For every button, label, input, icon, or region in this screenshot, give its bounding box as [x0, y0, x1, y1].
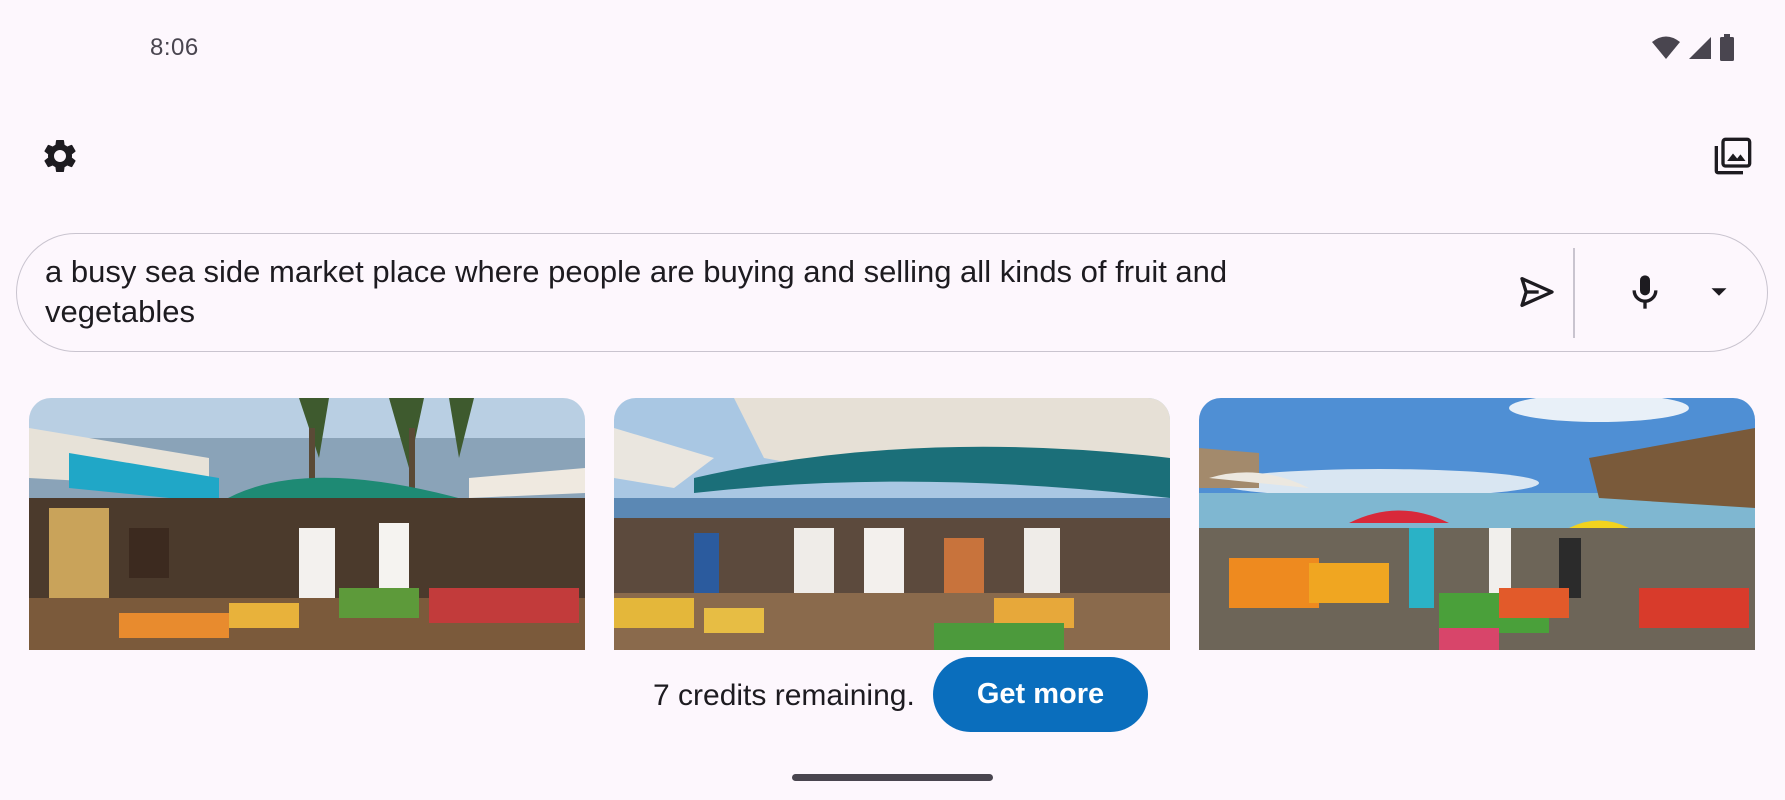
prompt-input[interactable]: a busy sea side market place where peopl…	[45, 252, 1365, 332]
market-scene-image	[614, 398, 1170, 650]
mic-icon	[1632, 275, 1658, 309]
generated-image-1[interactable]	[29, 398, 585, 650]
gallery-button[interactable]	[1705, 128, 1761, 184]
image-gallery-icon	[1714, 137, 1752, 175]
gesture-nav-handle[interactable]	[792, 774, 993, 781]
wifi-icon	[1652, 36, 1680, 59]
send-icon	[1520, 277, 1554, 307]
settings-button[interactable]	[32, 128, 88, 184]
cell-signal-icon	[1689, 37, 1711, 59]
market-scene-image	[29, 398, 585, 650]
status-bar: 8:06	[0, 0, 1785, 96]
credits-remaining-text: 7 credits remaining.	[653, 679, 915, 712]
model-dropdown-button[interactable]	[1691, 264, 1747, 320]
top-app-bar	[0, 120, 1785, 192]
generated-images-row	[29, 398, 1755, 650]
status-icons	[1651, 34, 1735, 62]
dropdown-arrow-icon	[1711, 288, 1727, 296]
get-more-button[interactable]: Get more	[933, 657, 1148, 732]
generated-image-2[interactable]	[614, 398, 1170, 650]
status-time: 8:06	[150, 34, 199, 61]
gear-icon	[44, 140, 76, 172]
mic-button[interactable]	[1617, 264, 1673, 320]
battery-icon	[1720, 34, 1734, 61]
credits-row: 7 credits remaining. Get more	[0, 657, 1785, 733]
input-divider	[1573, 248, 1575, 338]
market-scene-image	[1199, 398, 1755, 650]
send-button[interactable]	[1509, 264, 1565, 320]
prompt-input-container: a busy sea side market place where peopl…	[16, 233, 1768, 352]
generated-image-3[interactable]	[1199, 398, 1755, 650]
